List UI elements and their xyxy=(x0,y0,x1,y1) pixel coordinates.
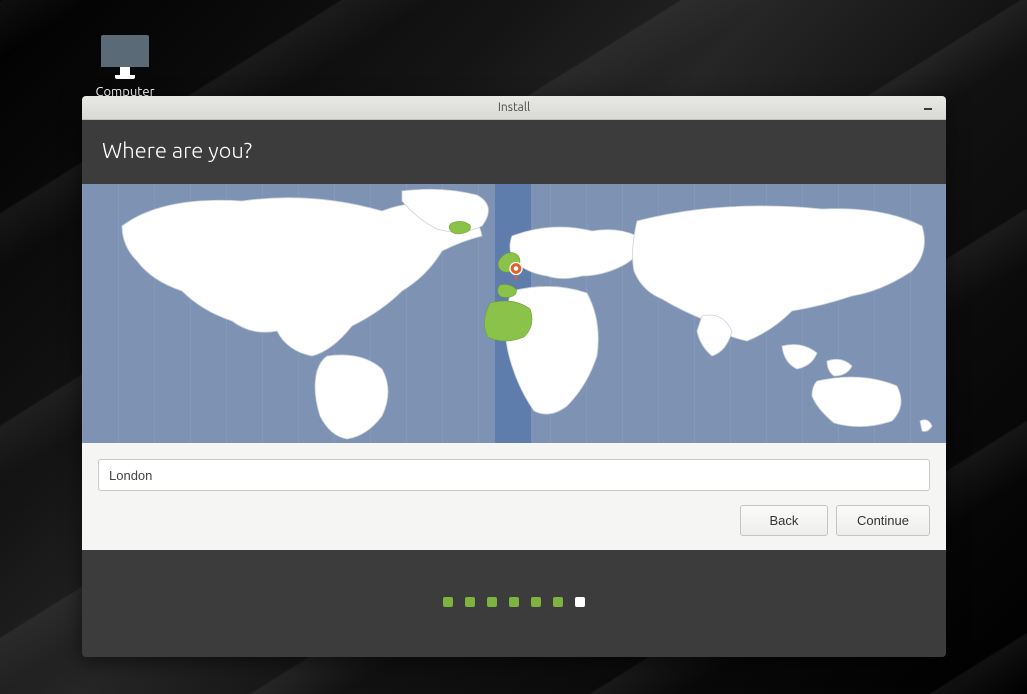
timezone-map[interactable] xyxy=(82,181,946,443)
minimize-icon xyxy=(924,108,932,110)
progress-step-7-current xyxy=(575,597,585,607)
progress-indicator xyxy=(82,550,946,657)
button-row: Back Continue xyxy=(98,505,930,536)
page-heading: Where are you? xyxy=(82,120,946,181)
timezone-highlight-band xyxy=(495,181,531,443)
desktop-icon-computer[interactable]: Computer xyxy=(88,35,162,99)
progress-step-5 xyxy=(531,597,541,607)
progress-step-1 xyxy=(443,597,453,607)
progress-step-2 xyxy=(465,597,475,607)
computer-icon-base xyxy=(115,75,135,79)
progress-step-3 xyxy=(487,597,497,607)
installer-window: Install Where are you? xyxy=(82,96,946,657)
world-map-icon xyxy=(82,181,946,443)
form-area: Back Continue xyxy=(82,443,946,550)
minimize-button[interactable] xyxy=(918,98,938,118)
titlebar[interactable]: Install xyxy=(82,96,946,120)
back-button[interactable]: Back xyxy=(740,505,828,536)
progress-step-4 xyxy=(509,597,519,607)
timezone-input[interactable] xyxy=(98,459,930,491)
window-title: Install xyxy=(498,101,530,114)
computer-icon xyxy=(101,35,149,67)
continue-button[interactable]: Continue xyxy=(836,505,930,536)
map-pin-icon xyxy=(507,261,525,279)
progress-step-6 xyxy=(553,597,563,607)
